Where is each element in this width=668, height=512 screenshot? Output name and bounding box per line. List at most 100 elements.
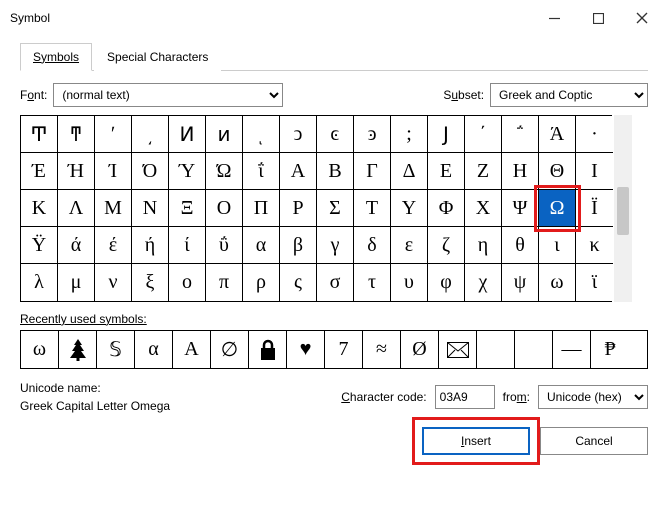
symbol-cell[interactable]: Δ: [391, 153, 428, 190]
symbol-cell[interactable]: Π: [243, 190, 280, 227]
symbol-cell[interactable]: ω: [539, 264, 576, 301]
symbol-cell[interactable]: Γ: [354, 153, 391, 190]
symbol-cell[interactable]: ι: [539, 227, 576, 264]
recent-symbol-cell[interactable]: [249, 331, 287, 368]
symbol-cell[interactable]: Ν: [132, 190, 169, 227]
recent-symbol-cell[interactable]: 𝕊: [97, 331, 135, 368]
symbol-cell[interactable]: Ύ: [169, 153, 206, 190]
symbol-cell[interactable]: ΅: [502, 116, 539, 153]
symbol-cell[interactable]: ͷ: [206, 116, 243, 153]
symbol-cell[interactable]: Ͷ: [169, 116, 206, 153]
symbol-scrollbar[interactable]: [614, 115, 632, 302]
symbol-cell[interactable]: Σ: [317, 190, 354, 227]
close-button[interactable]: [620, 3, 664, 33]
symbol-cell[interactable]: Ϋ: [21, 227, 58, 264]
symbol-cell[interactable]: ξ: [132, 264, 169, 301]
symbol-cell[interactable]: Ί: [95, 153, 132, 190]
symbol-cell[interactable]: ϊ: [576, 264, 613, 301]
symbol-cell[interactable]: ͳ: [58, 116, 95, 153]
symbol-cell[interactable]: ψ: [502, 264, 539, 301]
tab-symbols[interactable]: Symbols: [20, 43, 92, 71]
font-select[interactable]: (normal text): [53, 83, 283, 107]
symbol-cell[interactable]: μ: [58, 264, 95, 301]
symbol-cell[interactable]: Λ: [58, 190, 95, 227]
symbol-cell[interactable]: χ: [465, 264, 502, 301]
symbol-cell[interactable]: η: [465, 227, 502, 264]
symbol-cell[interactable]: ;: [391, 116, 428, 153]
symbol-cell[interactable]: Β: [317, 153, 354, 190]
recent-symbol-cell[interactable]: 7: [325, 331, 363, 368]
cancel-button[interactable]: Cancel: [540, 427, 648, 455]
symbol-cell[interactable]: Φ: [428, 190, 465, 227]
recent-symbol-cell[interactable]: Ø: [401, 331, 439, 368]
symbol-cell[interactable]: κ: [576, 227, 613, 264]
from-select[interactable]: Unicode (hex): [538, 385, 648, 409]
symbol-cell[interactable]: ί: [169, 227, 206, 264]
maximize-button[interactable]: [576, 3, 620, 33]
recent-symbol-cell[interactable]: ≈: [363, 331, 401, 368]
symbol-cell[interactable]: Α: [280, 153, 317, 190]
symbol-cell[interactable]: Ο: [206, 190, 243, 227]
symbol-cell[interactable]: ʹ: [95, 116, 132, 153]
symbol-cell[interactable]: Ϳ: [428, 116, 465, 153]
recent-symbol-cell[interactable]: [477, 331, 515, 368]
symbol-cell[interactable]: Ό: [132, 153, 169, 190]
symbol-cell[interactable]: Ά: [539, 116, 576, 153]
symbol-cell[interactable]: ς: [280, 264, 317, 301]
recent-symbol-cell[interactable]: Α: [173, 331, 211, 368]
symbol-cell[interactable]: β: [280, 227, 317, 264]
symbol-cell[interactable]: ά: [58, 227, 95, 264]
symbol-cell[interactable]: Χ: [465, 190, 502, 227]
subset-select[interactable]: Greek and Coptic: [490, 83, 648, 107]
symbol-cell[interactable]: ͺ: [243, 116, 280, 153]
symbol-cell[interactable]: Μ: [95, 190, 132, 227]
symbol-cell[interactable]: υ: [391, 264, 428, 301]
symbol-cell[interactable]: ε: [391, 227, 428, 264]
symbol-cell[interactable]: Ώ: [206, 153, 243, 190]
symbol-cell[interactable]: έ: [95, 227, 132, 264]
tab-special-characters[interactable]: Special Characters: [94, 43, 221, 71]
symbol-cell[interactable]: Έ: [21, 153, 58, 190]
symbol-cell[interactable]: Κ: [21, 190, 58, 227]
symbol-cell[interactable]: τ: [354, 264, 391, 301]
symbol-cell[interactable]: Ι: [576, 153, 613, 190]
recent-symbol-cell[interactable]: ―: [553, 331, 591, 368]
symbol-cell[interactable]: Τ: [354, 190, 391, 227]
symbol-cell[interactable]: ΄: [465, 116, 502, 153]
symbol-cell[interactable]: ΰ: [206, 227, 243, 264]
symbol-cell[interactable]: Ξ: [169, 190, 206, 227]
symbol-cell[interactable]: σ: [317, 264, 354, 301]
symbol-cell[interactable]: γ: [317, 227, 354, 264]
recent-symbol-cell[interactable]: ω: [21, 331, 59, 368]
recent-symbol-cell[interactable]: ♥: [287, 331, 325, 368]
recent-symbol-cell[interactable]: ∅: [211, 331, 249, 368]
symbol-cell[interactable]: ͽ: [354, 116, 391, 153]
insert-button[interactable]: Insert: [422, 427, 530, 455]
symbol-cell[interactable]: ͵: [132, 116, 169, 153]
symbol-cell[interactable]: ͻ: [280, 116, 317, 153]
symbol-cell[interactable]: ζ: [428, 227, 465, 264]
symbol-cell[interactable]: Η: [502, 153, 539, 190]
recent-symbol-cell[interactable]: α: [135, 331, 173, 368]
symbol-cell[interactable]: ν: [95, 264, 132, 301]
recent-symbol-cell[interactable]: [439, 331, 477, 368]
scrollbar-thumb[interactable]: [617, 187, 629, 235]
symbol-cell[interactable]: ο: [169, 264, 206, 301]
symbol-cell[interactable]: Υ: [391, 190, 428, 227]
symbol-cell[interactable]: Ω: [539, 190, 576, 227]
symbol-cell[interactable]: φ: [428, 264, 465, 301]
recent-symbol-cell[interactable]: [59, 331, 97, 368]
symbol-cell[interactable]: π: [206, 264, 243, 301]
recent-symbol-cell[interactable]: ₱: [591, 331, 629, 368]
symbol-cell[interactable]: δ: [354, 227, 391, 264]
symbol-cell[interactable]: Ρ: [280, 190, 317, 227]
minimize-button[interactable]: [532, 3, 576, 33]
symbol-cell[interactable]: Θ: [539, 153, 576, 190]
symbol-cell[interactable]: ͼ: [317, 116, 354, 153]
symbol-cell[interactable]: λ: [21, 264, 58, 301]
symbol-cell[interactable]: Ζ: [465, 153, 502, 190]
symbol-cell[interactable]: ·: [576, 116, 613, 153]
symbol-cell[interactable]: Ψ: [502, 190, 539, 227]
symbol-cell[interactable]: Ε: [428, 153, 465, 190]
symbol-cell[interactable]: ρ: [243, 264, 280, 301]
